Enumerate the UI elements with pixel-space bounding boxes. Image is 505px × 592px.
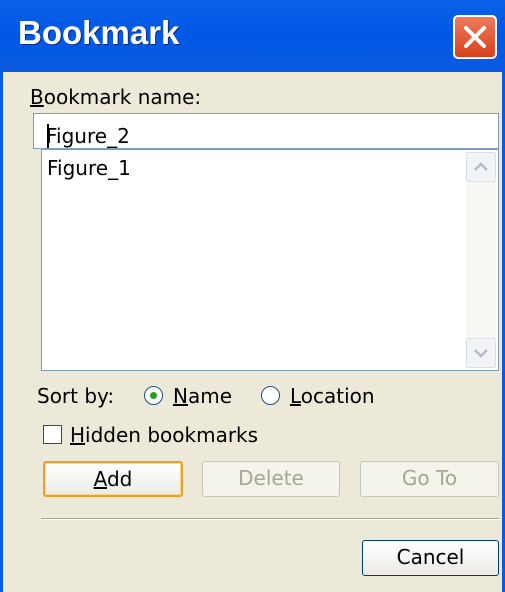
bookmark-name-value: Figure_2 xyxy=(46,124,130,148)
radio-selected-dot xyxy=(150,392,157,399)
scroll-down-icon xyxy=(474,349,488,358)
bookmark-dialog: Bookmark Bookmark name: Figure_2 Figure_… xyxy=(0,0,505,592)
sort-by-label: Sort by: xyxy=(37,384,115,408)
dialog-title: Bookmark xyxy=(18,14,180,51)
list-item[interactable]: Figure_1 xyxy=(47,156,131,180)
sort-by-location-label[interactable]: Location xyxy=(290,384,375,408)
add-button[interactable]: Add xyxy=(43,461,183,497)
separator xyxy=(41,518,499,520)
sort-by-location-radio[interactable] xyxy=(261,386,280,405)
bookmark-list[interactable]: Figure_1 xyxy=(41,149,499,371)
text-caret xyxy=(47,124,49,148)
go-to-button[interactable]: Go To xyxy=(360,461,499,497)
hidden-bookmarks-checkbox[interactable] xyxy=(43,425,62,444)
sort-by-name-label[interactable]: Name xyxy=(173,384,232,408)
title-bar[interactable]: Bookmark xyxy=(0,0,505,72)
bookmark-name-label: Bookmark name: xyxy=(30,85,202,109)
close-icon xyxy=(464,26,486,48)
scroll-down-button[interactable] xyxy=(466,338,496,368)
scroll-up-icon xyxy=(474,162,488,171)
scroll-up-button[interactable] xyxy=(466,152,496,182)
hidden-bookmarks-label[interactable]: Hidden bookmarks xyxy=(70,423,258,447)
sort-by-name-radio[interactable] xyxy=(144,386,163,405)
close-button[interactable] xyxy=(453,15,497,59)
delete-button[interactable]: Delete xyxy=(202,461,340,497)
list-scrollbar[interactable] xyxy=(466,152,496,368)
cancel-button[interactable]: Cancel xyxy=(362,540,499,576)
bookmark-name-input[interactable]: Figure_2 xyxy=(33,113,499,149)
